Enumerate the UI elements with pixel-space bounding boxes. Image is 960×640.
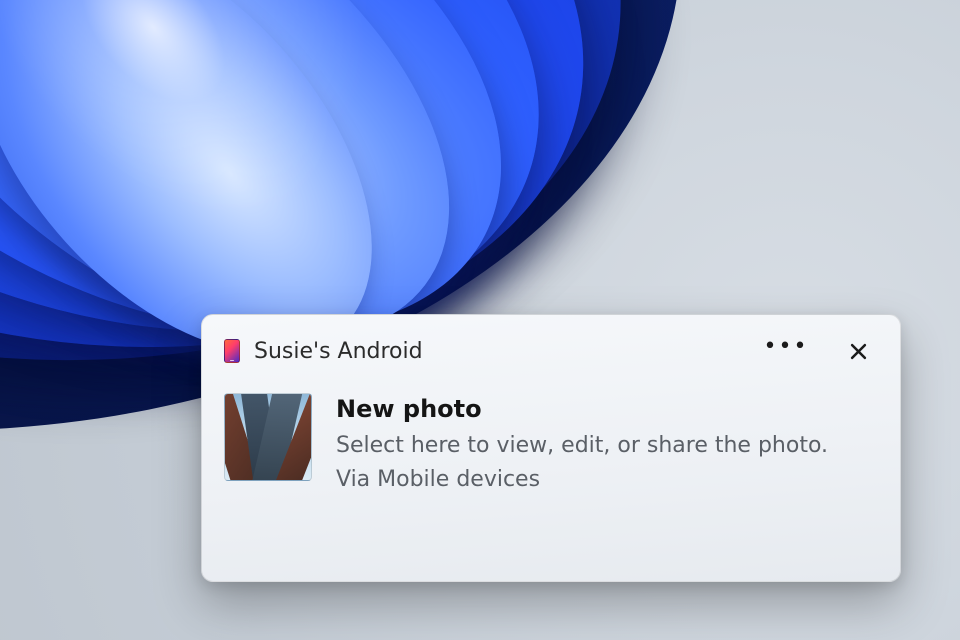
close-icon: [850, 343, 867, 360]
phone-icon: [224, 339, 240, 363]
notification-via-line: Via Mobile devices: [336, 463, 878, 497]
notification-title: New photo: [336, 395, 878, 423]
notification-header: Susie's Android •••: [224, 333, 878, 369]
notification-source-name: Susie's Android: [254, 339, 756, 364]
close-button[interactable]: [842, 335, 874, 367]
more-icon: •••: [764, 336, 809, 358]
notification-toast[interactable]: Susie's Android ••• New photo Select her…: [201, 314, 901, 582]
notification-text: New photo Select here to view, edit, or …: [336, 393, 878, 497]
notification-description: Select here to view, edit, or share the …: [336, 429, 878, 463]
new-photo-thumbnail: [224, 393, 312, 481]
more-button[interactable]: •••: [770, 335, 802, 367]
notification-header-actions: •••: [770, 335, 874, 367]
notification-body[interactable]: New photo Select here to view, edit, or …: [224, 393, 878, 497]
